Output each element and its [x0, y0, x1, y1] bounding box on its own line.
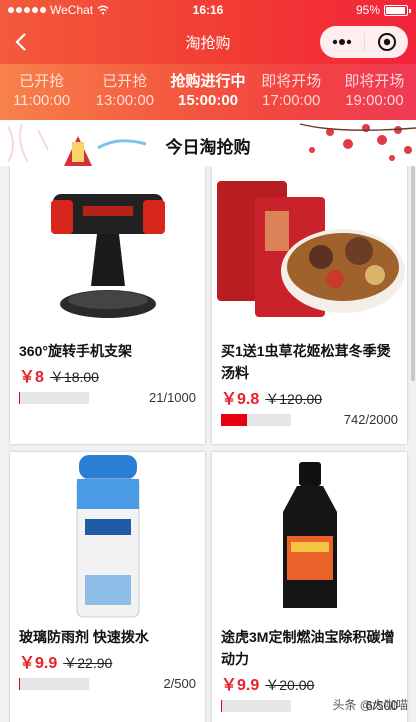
tab-session-time: 13:00:00 — [95, 92, 154, 109]
sold-progress-bar — [19, 392, 89, 404]
tab-session-time: 17:00:00 — [262, 92, 321, 109]
festival-banner: 今日淘抢购 — [0, 120, 416, 166]
tab-session-1[interactable]: 已开抢 11:00:00 — [0, 64, 83, 120]
watermark: 头条 @大咖喵 — [332, 698, 408, 712]
sold-progress-bar — [221, 700, 291, 712]
sold-progress-fill — [19, 678, 21, 690]
tab-session-name: 抢购进行中 — [170, 73, 246, 90]
price-row: ￥9.8 ￥120.00 — [221, 385, 322, 409]
tab-session-name: 已开抢 — [102, 73, 148, 90]
more-dots-icon[interactable] — [320, 26, 364, 58]
header: WeChat 16:16 95% 淘抢购 — [0, 0, 416, 64]
product-card[interactable]: 玻璃防雨剂 快速拨水 ￥9.9 ￥22.90 2/500 — [10, 452, 205, 722]
tab-session-time: 11:00:00 — [12, 92, 71, 109]
sale-price: ￥9.9 — [19, 655, 58, 672]
session-tabs: 已开抢 11:00:00 已开抢 13:00:00 抢购进行中 15:00:00… — [0, 64, 416, 120]
navigation-bar: 淘抢购 — [0, 20, 416, 64]
product-name: 360°旋转手机支架 — [19, 343, 132, 359]
original-price: ￥20.00 — [265, 677, 315, 693]
price-row: ￥9.9 ￥22.90 — [19, 649, 112, 673]
section-heading: 今日淘抢购 — [165, 138, 251, 157]
original-price: ￥120.00 — [265, 391, 323, 407]
status-bar: WeChat 16:16 95% — [0, 0, 416, 20]
sale-price: ￥9.9 — [221, 677, 260, 694]
sold-count: 2/500 — [163, 676, 196, 691]
original-price: ￥18.00 — [49, 369, 99, 385]
spray-can-image — [10, 452, 205, 622]
price-row: ￥9.9 ￥20.00 — [221, 671, 314, 695]
product-card[interactable]: 买1送1虫草花姬松茸冬季煲汤料 ￥9.8 ￥120.00 742/2000 — [212, 166, 407, 444]
tab-session-3[interactable]: 抢购进行中 15:00:00 — [166, 64, 249, 120]
sale-price: ￥8 — [19, 369, 44, 386]
product-grid: 360°旋转手机支架 ￥8 ￥18.00 21/1000 买1送1虫草花姬松茸冬… — [0, 166, 416, 722]
soup-pack-image — [212, 166, 407, 336]
battery-status: 95% — [355, 3, 411, 17]
product-name: 玻璃防雨剂 快速拨水 — [19, 629, 149, 645]
product-name: 买1送1虫草花姬松茸冬季煲汤料 — [221, 343, 391, 381]
price-row: ￥8 ￥18.00 — [19, 363, 99, 387]
mini-program-capsule — [320, 26, 408, 58]
tab-session-5[interactable]: 即将开场 19:00:00 — [333, 64, 416, 120]
tab-session-2[interactable]: 已开抢 13:00:00 — [83, 64, 166, 120]
product-card[interactable]: 360°旋转手机支架 ￥8 ￥18.00 21/1000 — [10, 166, 205, 444]
tab-session-name: 即将开场 — [261, 73, 322, 90]
tab-session-name: 即将开场 — [344, 73, 405, 90]
fuel-bottle-image — [212, 452, 407, 622]
tab-session-time: 15:00:00 — [177, 92, 239, 109]
sold-progress-bar — [19, 678, 89, 690]
product-name: 途虎3M定制燃油宝除积碳增动力 — [221, 629, 395, 667]
sold-count: 21/1000 — [149, 390, 196, 405]
sold-count: 742/2000 — [343, 412, 398, 427]
scrollbar[interactable] — [411, 166, 415, 381]
phone-holder-image — [10, 166, 205, 336]
sold-progress-bar — [221, 414, 291, 426]
sale-price: ￥9.8 — [221, 391, 260, 408]
battery-icon — [384, 4, 411, 16]
tab-session-time: 19:00:00 — [345, 92, 404, 109]
sold-progress-fill — [19, 392, 21, 404]
tab-session-name: 已开抢 — [19, 73, 65, 90]
sold-progress-fill — [221, 700, 223, 712]
sold-progress-fill — [221, 414, 247, 426]
status-time: 16:16 — [192, 3, 224, 17]
battery-percent: 95% — [355, 3, 380, 17]
tab-session-4[interactable]: 即将开场 17:00:00 — [250, 64, 333, 120]
original-price: ￥22.90 — [63, 655, 113, 671]
target-icon[interactable] — [365, 26, 408, 58]
product-card[interactable]: 途虎3M定制燃油宝除积碳增动力 ￥9.9 ￥20.00 6/500 — [212, 452, 407, 722]
